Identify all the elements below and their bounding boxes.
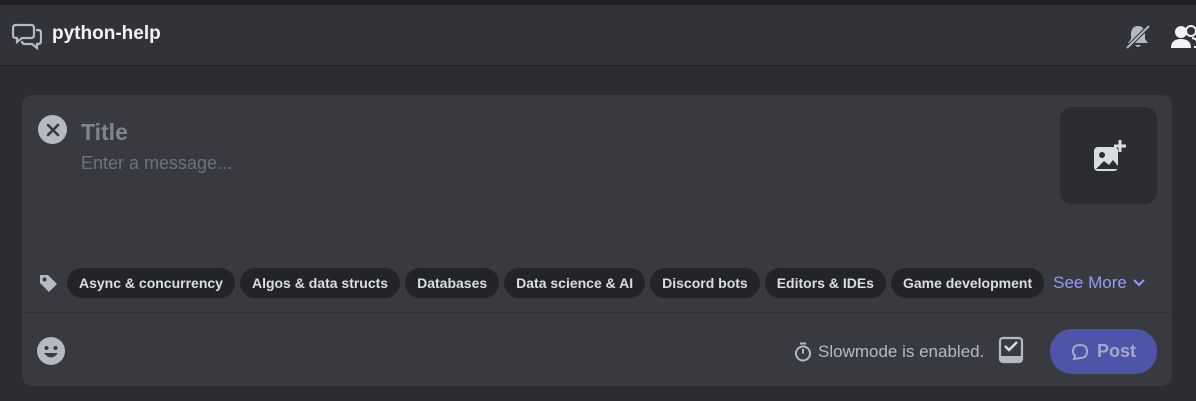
slowmode-text: Slowmode is enabled.	[818, 342, 985, 361]
tag-async-concurrency[interactable]: Async & concurrency	[67, 268, 235, 298]
guidelines-book-icon[interactable]	[998, 336, 1024, 364]
slowmode-indicator: Slowmode is enabled.	[794, 340, 984, 364]
tag-editors-ides[interactable]: Editors & IDEs	[764, 268, 886, 298]
post-composer: Async & concurrency Algos & data structs…	[22, 95, 1172, 386]
channel-title: python-help	[52, 23, 161, 44]
tag-discord-bots[interactable]: Discord bots	[650, 268, 760, 298]
add-image-icon	[1093, 139, 1126, 171]
members-icon[interactable]	[1170, 23, 1196, 51]
bell-slash-icon[interactable]	[1124, 23, 1152, 51]
forum-icon	[11, 22, 43, 51]
tags-row: Async & concurrency Algos & data structs…	[38, 268, 1145, 298]
emoji-icon[interactable]	[36, 336, 66, 366]
chat-bubble-icon	[1071, 343, 1088, 360]
message-input[interactable]	[81, 149, 1041, 177]
channel-header: python-help	[0, 5, 1196, 66]
post-button[interactable]: Post	[1050, 329, 1157, 374]
chevron-down-icon	[1133, 279, 1145, 287]
timer-icon	[795, 342, 811, 362]
tag-algos-data-structs[interactable]: Algos & data structs	[239, 268, 401, 298]
close-icon[interactable]	[38, 115, 67, 144]
image-upload-button[interactable]	[1060, 107, 1157, 204]
see-more-label: See More	[1053, 273, 1127, 292]
tag-data-science-ai[interactable]: Data science & AI	[504, 268, 646, 298]
tag-game-development[interactable]: Game development	[890, 268, 1045, 298]
tag-databases[interactable]: Databases	[405, 268, 500, 298]
tag-icon	[38, 273, 58, 293]
title-input[interactable]	[81, 115, 1041, 149]
post-label: Post	[1096, 341, 1136, 361]
divider	[22, 312, 1172, 313]
see-more-button[interactable]: See More	[1053, 273, 1145, 293]
